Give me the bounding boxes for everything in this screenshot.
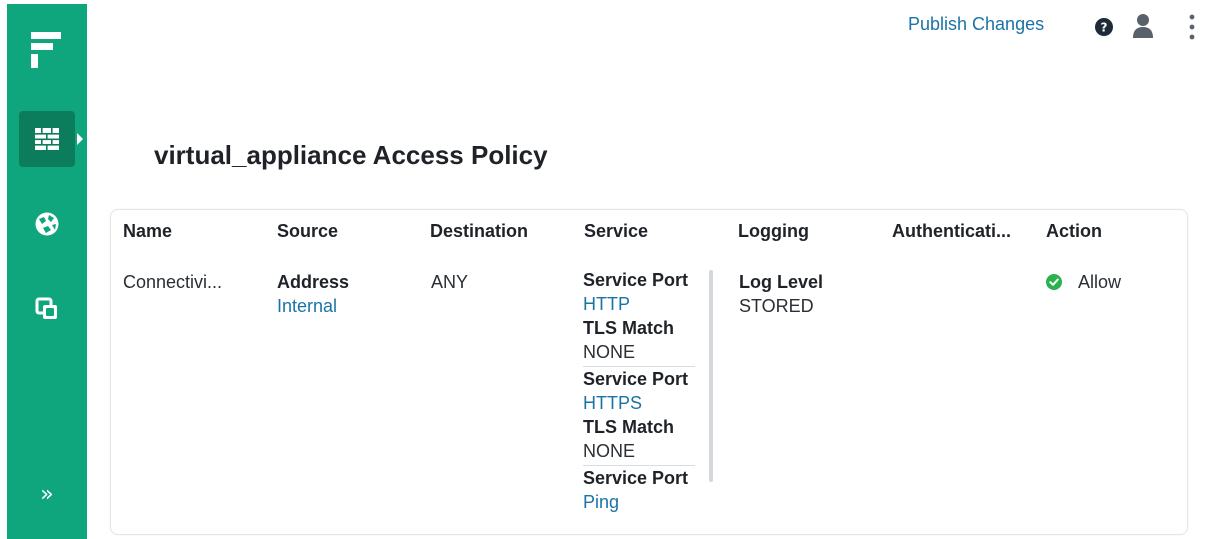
- action-value: Allow: [1078, 272, 1122, 292]
- column-header-name[interactable]: Name: [123, 221, 172, 242]
- service-port-link[interactable]: HTTP: [583, 292, 695, 316]
- service-port-label: Service Port: [583, 270, 689, 290]
- check-circle-icon: [1046, 274, 1062, 290]
- logging-cell: Log Level STORED: [739, 270, 823, 318]
- more-vert-icon[interactable]: [1186, 12, 1198, 42]
- service-port-label: Service Port: [583, 369, 689, 389]
- service-port-link[interactable]: HTTPS: [583, 391, 695, 415]
- source-cell: Address Internal: [277, 270, 349, 318]
- sidebar-item-network[interactable]: [7, 194, 87, 254]
- tls-match-label: TLS Match: [583, 417, 675, 437]
- svg-text:?: ?: [1101, 21, 1108, 35]
- service-port-label: Service Port: [583, 468, 689, 488]
- column-header-destination[interactable]: Destination: [430, 221, 528, 242]
- column-header-logging[interactable]: Logging: [738, 221, 809, 242]
- sidebar-item-objects[interactable]: [7, 279, 87, 339]
- sidebar: »: [7, 4, 87, 539]
- source-value-link[interactable]: Internal: [277, 294, 349, 318]
- page-title: virtual_appliance Access Policy: [154, 140, 548, 170]
- source-label: Address: [277, 272, 350, 292]
- firewall-icon: [35, 128, 59, 150]
- globe-icon: [35, 212, 59, 236]
- service-entry: Service Port HTTP TLS Match NONE: [583, 268, 695, 367]
- sidebar-expand-button[interactable]: »: [7, 474, 87, 514]
- layers-icon: [35, 297, 57, 319]
- service-scrollbar[interactable]: [709, 270, 713, 482]
- tls-match-value: NONE: [583, 441, 636, 461]
- log-level-value: STORED: [739, 296, 814, 316]
- publish-changes-button[interactable]: Publish Changes: [908, 14, 1044, 35]
- app-logo: [31, 32, 61, 68]
- help-icon[interactable]: ?: [1094, 17, 1114, 37]
- sidebar-item-firewall[interactable]: [7, 109, 87, 169]
- column-header-service[interactable]: Service: [584, 221, 648, 242]
- service-port-link[interactable]: Ping: [583, 490, 695, 514]
- service-entry: Service Port HTTPS TLS Match NONE: [583, 367, 695, 466]
- tls-match-label: TLS Match: [583, 318, 675, 338]
- column-header-source[interactable]: Source: [277, 221, 338, 242]
- tls-match-value: NONE: [583, 342, 636, 362]
- policy-table: Name Source Destination Service Logging …: [110, 209, 1188, 535]
- active-caret-icon: [77, 133, 83, 145]
- column-header-action[interactable]: Action: [1046, 221, 1102, 242]
- service-entry: Service Port Ping: [583, 466, 695, 516]
- column-header-authentication[interactable]: Authenticati...: [892, 221, 1011, 242]
- log-level-label: Log Level: [739, 272, 824, 292]
- user-icon[interactable]: [1132, 13, 1154, 39]
- rule-name: Connectivi...: [123, 272, 223, 292]
- service-list: Service Port HTTP TLS Match NONE Service…: [583, 268, 695, 516]
- destination-value: ANY: [431, 272, 469, 292]
